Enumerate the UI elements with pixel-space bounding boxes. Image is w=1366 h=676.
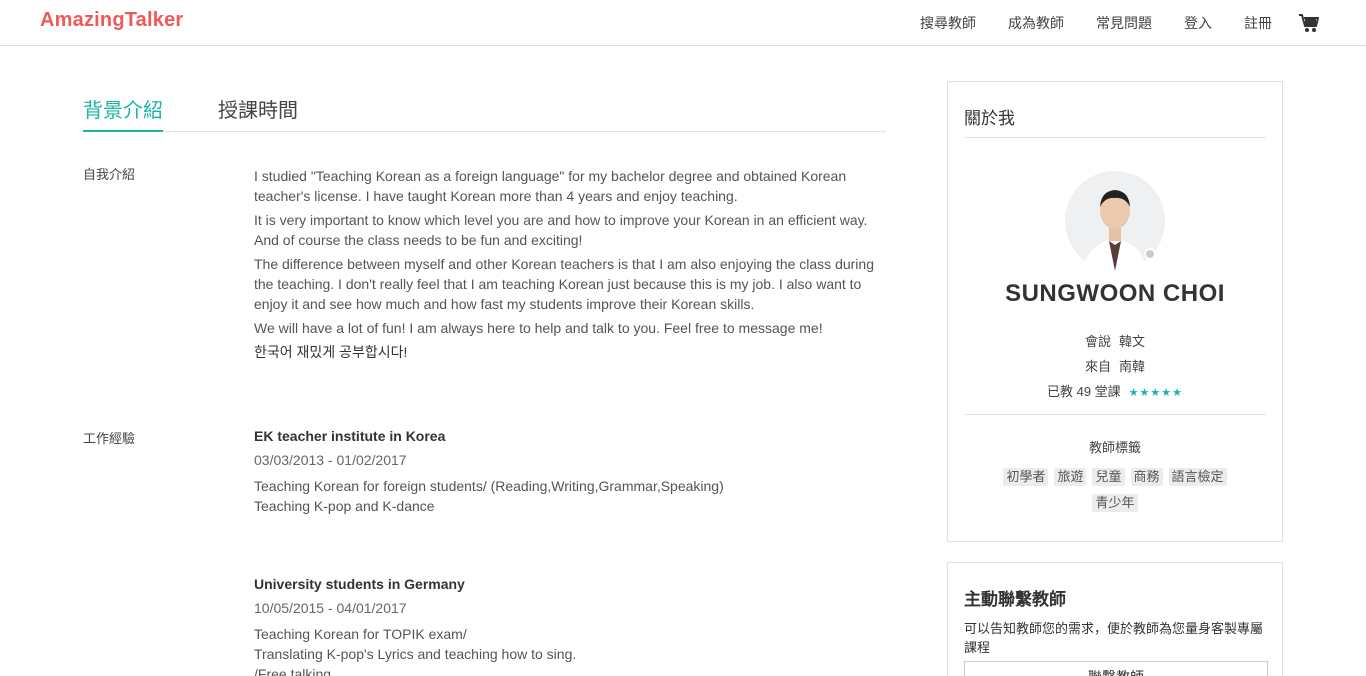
speaks-value: 韓文 <box>1119 334 1146 349</box>
intro-paragraph: I studied "Teaching Korean as a foreign … <box>254 168 847 204</box>
rating-stars: ★★★★★ <box>1128 387 1183 399</box>
speaks-row: 會說 韓文 <box>948 331 1282 350</box>
profile-tabs: 背景介紹 授課時間 <box>83 82 886 132</box>
intro-text: I studied "Teaching Korean as a foreign … <box>254 166 894 366</box>
experience-desc: Teaching Korean for foreign students/ (R… <box>254 476 874 516</box>
contact-teacher-button[interactable]: 聯繫教師 <box>964 661 1268 676</box>
experience-line: Teaching Korean for foreign students/ (R… <box>254 478 724 494</box>
tag: 旅遊 <box>1054 468 1087 486</box>
intro-paragraph: 한국어 재밌게 공부합시다! <box>254 344 408 360</box>
experience-line: Translating K-pop's Lyrics and teaching … <box>254 646 577 662</box>
cart-icon[interactable] <box>1298 12 1320 34</box>
top-navbar: AmazingTalker 搜尋教師 成為教師 常見問題 登入 註冊 <box>0 0 1366 46</box>
tags-title: 教師標籤 <box>1088 440 1141 455</box>
experience-date: 10/05/2015 - 04/01/2017 <box>254 600 407 616</box>
contact-description: 可以告知教師您的需求，便於教師為您量身客製專屬課程 <box>964 621 1264 655</box>
experience-line: Teaching Korean for TOPIK exam/ <box>254 626 467 642</box>
experience-line: /Free talking <box>254 666 332 676</box>
tab-background[interactable]: 背景介紹 <box>83 94 163 132</box>
from-label: 來自 <box>1084 359 1111 374</box>
contact-card: 主動聯繫教師 可以告知教師您的需求，便於教師為您量身客製專屬課程 聯繫教師 <box>947 562 1283 676</box>
nav-login[interactable]: 登入 <box>1184 13 1212 33</box>
lessons-count: 已教 49 堂課 <box>1047 384 1121 399</box>
intro-paragraph: The difference between myself and other … <box>254 256 874 312</box>
status-indicator <box>1144 248 1156 260</box>
from-value: 南韓 <box>1119 359 1146 374</box>
tab-schedule[interactable]: 授課時間 <box>218 94 298 132</box>
nav-signup[interactable]: 註冊 <box>1244 13 1272 33</box>
experience-item: University students in Germany 10/05/201… <box>254 574 874 676</box>
tag: 初學者 <box>1003 468 1049 486</box>
lessons-row: 已教 49 堂課 ★★★★★ <box>948 381 1282 400</box>
divider <box>964 414 1266 415</box>
experience-item: EK teacher institute in Korea 03/03/2013… <box>254 426 874 516</box>
tag: 青少年 <box>1092 494 1138 512</box>
from-row: 來自 南韓 <box>948 356 1282 375</box>
about-title: 關於我 <box>964 109 1015 128</box>
experience-title: EK teacher institute in Korea <box>254 428 446 444</box>
logo[interactable]: AmazingTalker <box>40 9 183 32</box>
divider <box>964 137 1266 138</box>
intro-paragraph: It is very important to know which level… <box>254 212 868 248</box>
nav-become-teacher[interactable]: 成為教師 <box>1008 13 1064 33</box>
tag: 兒童 <box>1092 468 1125 486</box>
intro-label: 自我介紹 <box>83 167 136 182</box>
nav-faq[interactable]: 常見問題 <box>1096 13 1152 33</box>
tag: 語言檢定 <box>1168 468 1227 486</box>
experience-label: 工作經驗 <box>83 431 136 446</box>
tag: 商務 <box>1130 468 1163 486</box>
nav-search-teachers[interactable]: 搜尋教師 <box>920 13 976 33</box>
teacher-name: SUNGWOON CHOI <box>1005 280 1225 307</box>
speaks-label: 會說 <box>1084 334 1111 349</box>
about-card: 關於我 SUNGWOON CHOI 會說 韓文 來自 南韓 已教 49 堂課 ★★★★… <box>947 81 1283 542</box>
tag-list: 初學者 旅遊 兒童 商務 語言檢定青少年 <box>968 464 1262 516</box>
experience-title: University students in Germany <box>254 576 465 592</box>
experience-desc: Teaching Korean for TOPIK exam/ Translat… <box>254 624 874 676</box>
experience-line: Teaching K-pop and K-dance <box>254 498 435 514</box>
experience-date: 03/03/2013 - 01/02/2017 <box>254 452 407 468</box>
contact-title: 主動聯繫教師 <box>964 590 1066 609</box>
nav-menu: 搜尋教師 成為教師 常見問題 登入 註冊 <box>888 0 1320 46</box>
intro-paragraph: We will have a lot of fun! I am always h… <box>254 320 823 336</box>
